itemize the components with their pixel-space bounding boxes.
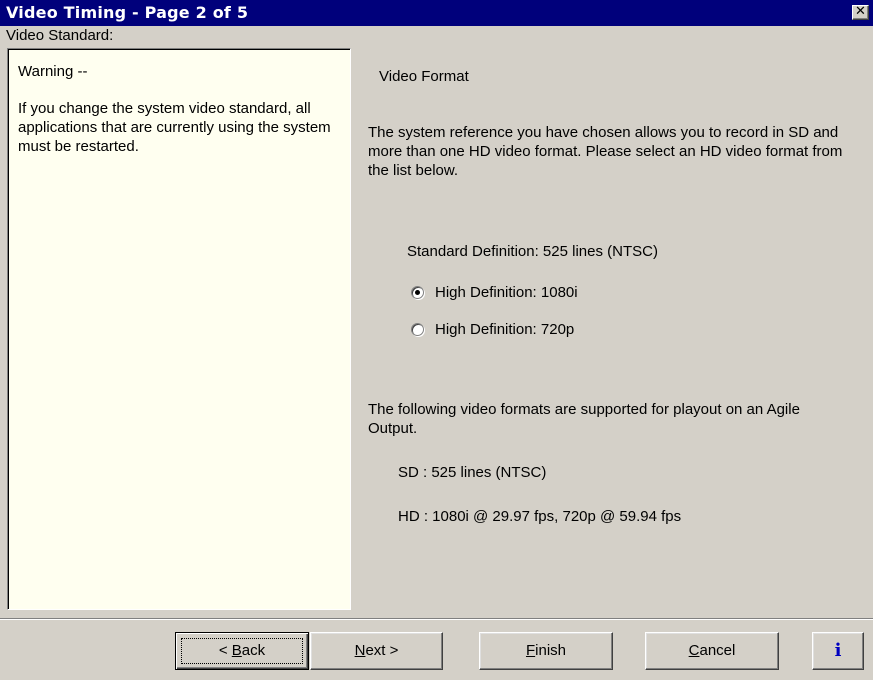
radio-button[interactable]: [411, 322, 424, 336]
section-label: Video Standard:: [6, 27, 114, 44]
cancel-button[interactable]: Cancel: [645, 632, 779, 670]
next-button[interactable]: Next >: [310, 632, 443, 670]
back-button[interactable]: < Back: [175, 632, 309, 670]
info-button[interactable]: i: [812, 632, 864, 670]
next-button-label: Next >: [354, 642, 399, 659]
radio-label-720p[interactable]: High Definition: 720p: [435, 321, 574, 338]
radio-hd-1080i[interactable]: High Definition: 1080i: [411, 282, 578, 302]
standard-definition-label: Standard Definition: 525 lines (NTSC): [407, 243, 658, 260]
back-button-label: < Back: [218, 642, 266, 659]
radio-hd-720p[interactable]: High Definition: 720p: [411, 319, 574, 339]
radio-label-1080i[interactable]: High Definition: 1080i: [435, 284, 578, 301]
warning-title: Warning --: [18, 63, 88, 80]
cancel-button-label: Cancel: [688, 642, 736, 659]
warning-panel: Warning -- If you change the system vide…: [7, 48, 351, 610]
radio-button-selected[interactable]: [411, 285, 424, 299]
window-title: Video Timing - Page 2 of 5: [6, 3, 249, 22]
sd-format-line: SD : 525 lines (NTSC): [398, 464, 547, 481]
format-title: Video Format: [379, 68, 469, 85]
hd-format-line: HD : 1080i @ 29.97 fps, 720p @ 59.94 fps: [398, 508, 682, 525]
close-button[interactable]: ✕: [852, 5, 869, 20]
playout-text: The following video formats are supporte…: [368, 401, 800, 437]
button-bar-separator: [0, 618, 873, 620]
close-icon: ✕: [855, 4, 866, 19]
finish-button-label: Finish: [525, 642, 567, 659]
info-icon: i: [834, 640, 842, 661]
title-bar: Video Timing - Page 2 of 5 ✕: [0, 0, 873, 26]
finish-button[interactable]: Finish: [479, 632, 613, 670]
format-intro: The system reference you have chosen all…: [368, 124, 843, 179]
warning-body: If you change the system video standard,…: [18, 100, 331, 155]
